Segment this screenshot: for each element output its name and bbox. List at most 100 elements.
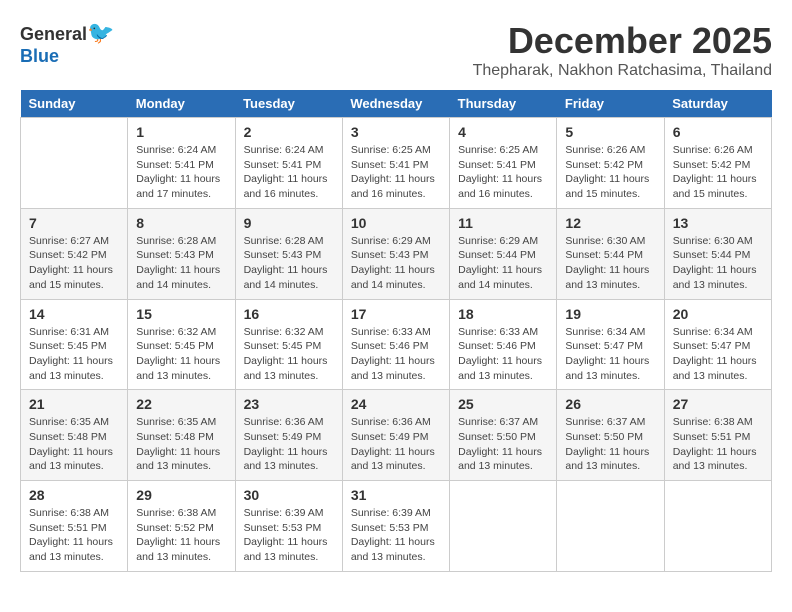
- day-number-27: 27: [673, 396, 763, 412]
- cell-info-23: Sunrise: 6:36 AMSunset: 5:49 PMDaylight:…: [244, 415, 334, 474]
- cell-0-3: 3 Sunrise: 6:25 AMSunset: 5:41 PMDaylight…: [342, 118, 449, 209]
- cell-info-8: Sunrise: 6:28 AMSunset: 5:43 PMDaylight:…: [136, 234, 226, 293]
- day-number-9: 9: [244, 215, 334, 231]
- day-number-31: 31: [351, 487, 441, 503]
- day-number-1: 1: [136, 124, 226, 140]
- day-number-11: 11: [458, 215, 548, 231]
- day-number-21: 21: [29, 396, 119, 412]
- cell-info-9: Sunrise: 6:28 AMSunset: 5:43 PMDaylight:…: [244, 234, 334, 293]
- header-monday: Monday: [128, 90, 235, 118]
- cell-1-3: 10 Sunrise: 6:29 AMSunset: 5:43 PMDayligh…: [342, 208, 449, 299]
- cell-0-5: 5 Sunrise: 6:26 AMSunset: 5:42 PMDaylight…: [557, 118, 664, 209]
- header-tuesday: Tuesday: [235, 90, 342, 118]
- day-number-4: 4: [458, 124, 548, 140]
- cell-info-10: Sunrise: 6:29 AMSunset: 5:43 PMDaylight:…: [351, 234, 441, 293]
- week-row-1: 7 Sunrise: 6:27 AMSunset: 5:42 PMDaylight…: [21, 208, 772, 299]
- cell-1-1: 8 Sunrise: 6:28 AMSunset: 5:43 PMDaylight…: [128, 208, 235, 299]
- header-row: Sunday Monday Tuesday Wednesday Thursday…: [21, 90, 772, 118]
- day-number-25: 25: [458, 396, 548, 412]
- cell-info-11: Sunrise: 6:29 AMSunset: 5:44 PMDaylight:…: [458, 234, 548, 293]
- cell-3-4: 25Sunrise: 6:37 AMSunset: 5:50 PMDayligh…: [450, 390, 557, 481]
- cell-info-7: Sunrise: 6:27 AMSunset: 5:42 PMDaylight:…: [29, 234, 119, 293]
- cell-2-2: 16 Sunrise: 6:32 AMSunset: 5:45 PMDayligh…: [235, 299, 342, 390]
- day-number-17: 17: [351, 306, 441, 322]
- cell-2-4: 18 Sunrise: 6:33 AMSunset: 5:46 PMDayligh…: [450, 299, 557, 390]
- day-number-26: 26: [565, 396, 655, 412]
- cell-info-22: Sunrise: 6:35 AMSunset: 5:48 PMDaylight:…: [136, 415, 226, 474]
- day-number-22: 22: [136, 396, 226, 412]
- day-number-7: 7: [29, 215, 119, 231]
- logo-blue: Blue: [20, 46, 59, 66]
- header-wednesday: Wednesday: [342, 90, 449, 118]
- cell-info-16: Sunrise: 6:32 AMSunset: 5:45 PMDaylight:…: [244, 325, 334, 384]
- cell-info-17: Sunrise: 6:33 AMSunset: 5:46 PMDaylight:…: [351, 325, 441, 384]
- logo-bird-icon: 🐦: [87, 20, 114, 45]
- calendar-table: Sunday Monday Tuesday Wednesday Thursday…: [20, 90, 772, 572]
- cell-0-6: 6 Sunrise: 6:26 AMSunset: 5:42 PMDaylight…: [664, 118, 771, 209]
- cell-info-5: Sunrise: 6:26 AMSunset: 5:42 PMDaylight:…: [565, 143, 655, 202]
- cell-2-1: 15Sunrise: 6:32 AMSunset: 5:45 PMDayligh…: [128, 299, 235, 390]
- cell-info-26: Sunrise: 6:37 AMSunset: 5:50 PMDaylight:…: [565, 415, 655, 474]
- cell-1-5: 12Sunrise: 6:30 AMSunset: 5:44 PMDayligh…: [557, 208, 664, 299]
- day-number-8: 8: [136, 215, 226, 231]
- cell-info-3: Sunrise: 6:25 AMSunset: 5:41 PMDaylight:…: [351, 143, 441, 202]
- cell-info-29: Sunrise: 6:38 AMSunset: 5:52 PMDaylight:…: [136, 506, 226, 565]
- cell-0-0: [21, 118, 128, 209]
- day-number-2: 2: [244, 124, 334, 140]
- logo: General🐦 Blue: [20, 20, 114, 67]
- cell-info-14: Sunrise: 6:31 AMSunset: 5:45 PMDaylight:…: [29, 325, 119, 384]
- day-number-20: 20: [673, 306, 763, 322]
- cell-3-0: 21 Sunrise: 6:35 AMSunset: 5:48 PMDayligh…: [21, 390, 128, 481]
- page-header: General🐦 Blue December 2025 Thepharak, N…: [20, 20, 772, 80]
- cell-1-2: 9 Sunrise: 6:28 AMSunset: 5:43 PMDaylight…: [235, 208, 342, 299]
- day-number-10: 10: [351, 215, 441, 231]
- cell-info-2: Sunrise: 6:24 AMSunset: 5:41 PMDaylight:…: [244, 143, 334, 202]
- cell-info-6: Sunrise: 6:26 AMSunset: 5:42 PMDaylight:…: [673, 143, 763, 202]
- cell-4-6: [664, 481, 771, 572]
- day-number-28: 28: [29, 487, 119, 503]
- cell-0-4: 4 Sunrise: 6:25 AMSunset: 5:41 PMDaylight…: [450, 118, 557, 209]
- cell-3-2: 23 Sunrise: 6:36 AMSunset: 5:49 PMDayligh…: [235, 390, 342, 481]
- cell-info-12: Sunrise: 6:30 AMSunset: 5:44 PMDaylight:…: [565, 234, 655, 293]
- day-number-6: 6: [673, 124, 763, 140]
- cell-2-0: 14 Sunrise: 6:31 AMSunset: 5:45 PMDayligh…: [21, 299, 128, 390]
- cell-1-0: 7 Sunrise: 6:27 AMSunset: 5:42 PMDaylight…: [21, 208, 128, 299]
- header-friday: Friday: [557, 90, 664, 118]
- cell-info-30: Sunrise: 6:39 AMSunset: 5:53 PMDaylight:…: [244, 506, 334, 565]
- cell-2-3: 17 Sunrise: 6:33 AMSunset: 5:46 PMDayligh…: [342, 299, 449, 390]
- cell-info-28: Sunrise: 6:38 AMSunset: 5:51 PMDaylight:…: [29, 506, 119, 565]
- cell-0-2: 2 Sunrise: 6:24 AMSunset: 5:41 PMDaylight…: [235, 118, 342, 209]
- cell-2-6: 20 Sunrise: 6:34 AMSunset: 5:47 PMDayligh…: [664, 299, 771, 390]
- day-number-5: 5: [565, 124, 655, 140]
- cell-3-6: 27 Sunrise: 6:38 AMSunset: 5:51 PMDayligh…: [664, 390, 771, 481]
- location-title: Thepharak, Nakhon Ratchasima, Thailand: [473, 62, 772, 80]
- cell-1-6: 13Sunrise: 6:30 AMSunset: 5:44 PMDayligh…: [664, 208, 771, 299]
- cell-info-19: Sunrise: 6:34 AMSunset: 5:47 PMDaylight:…: [565, 325, 655, 384]
- cell-info-18: Sunrise: 6:33 AMSunset: 5:46 PMDaylight:…: [458, 325, 548, 384]
- cell-info-27: Sunrise: 6:38 AMSunset: 5:51 PMDaylight:…: [673, 415, 763, 474]
- header-sunday: Sunday: [21, 90, 128, 118]
- header-thursday: Thursday: [450, 90, 557, 118]
- week-row-0: 1 Sunrise: 6:24 AMSunset: 5:41 PMDaylight…: [21, 118, 772, 209]
- title-section: December 2025 Thepharak, Nakhon Ratchasi…: [473, 20, 772, 80]
- day-number-3: 3: [351, 124, 441, 140]
- day-number-16: 16: [244, 306, 334, 322]
- month-title: December 2025: [473, 20, 772, 62]
- day-number-24: 24: [351, 396, 441, 412]
- day-number-18: 18: [458, 306, 548, 322]
- cell-3-5: 26 Sunrise: 6:37 AMSunset: 5:50 PMDayligh…: [557, 390, 664, 481]
- cell-4-5: [557, 481, 664, 572]
- day-number-23: 23: [244, 396, 334, 412]
- cell-info-4: Sunrise: 6:25 AMSunset: 5:41 PMDaylight:…: [458, 143, 548, 202]
- day-number-14: 14: [29, 306, 119, 322]
- cell-info-1: Sunrise: 6:24 AMSunset: 5:41 PMDaylight:…: [136, 143, 226, 202]
- cell-info-20: Sunrise: 6:34 AMSunset: 5:47 PMDaylight:…: [673, 325, 763, 384]
- week-row-4: 28 Sunrise: 6:38 AMSunset: 5:51 PMDayligh…: [21, 481, 772, 572]
- header-saturday: Saturday: [664, 90, 771, 118]
- cell-info-21: Sunrise: 6:35 AMSunset: 5:48 PMDaylight:…: [29, 415, 119, 474]
- cell-3-3: 24 Sunrise: 6:36 AMSunset: 5:49 PMDayligh…: [342, 390, 449, 481]
- cell-2-5: 19Sunrise: 6:34 AMSunset: 5:47 PMDayligh…: [557, 299, 664, 390]
- cell-0-1: 1 Sunrise: 6:24 AMSunset: 5:41 PMDaylight…: [128, 118, 235, 209]
- cell-info-24: Sunrise: 6:36 AMSunset: 5:49 PMDaylight:…: [351, 415, 441, 474]
- cell-4-3: 31Sunrise: 6:39 AMSunset: 5:53 PMDayligh…: [342, 481, 449, 572]
